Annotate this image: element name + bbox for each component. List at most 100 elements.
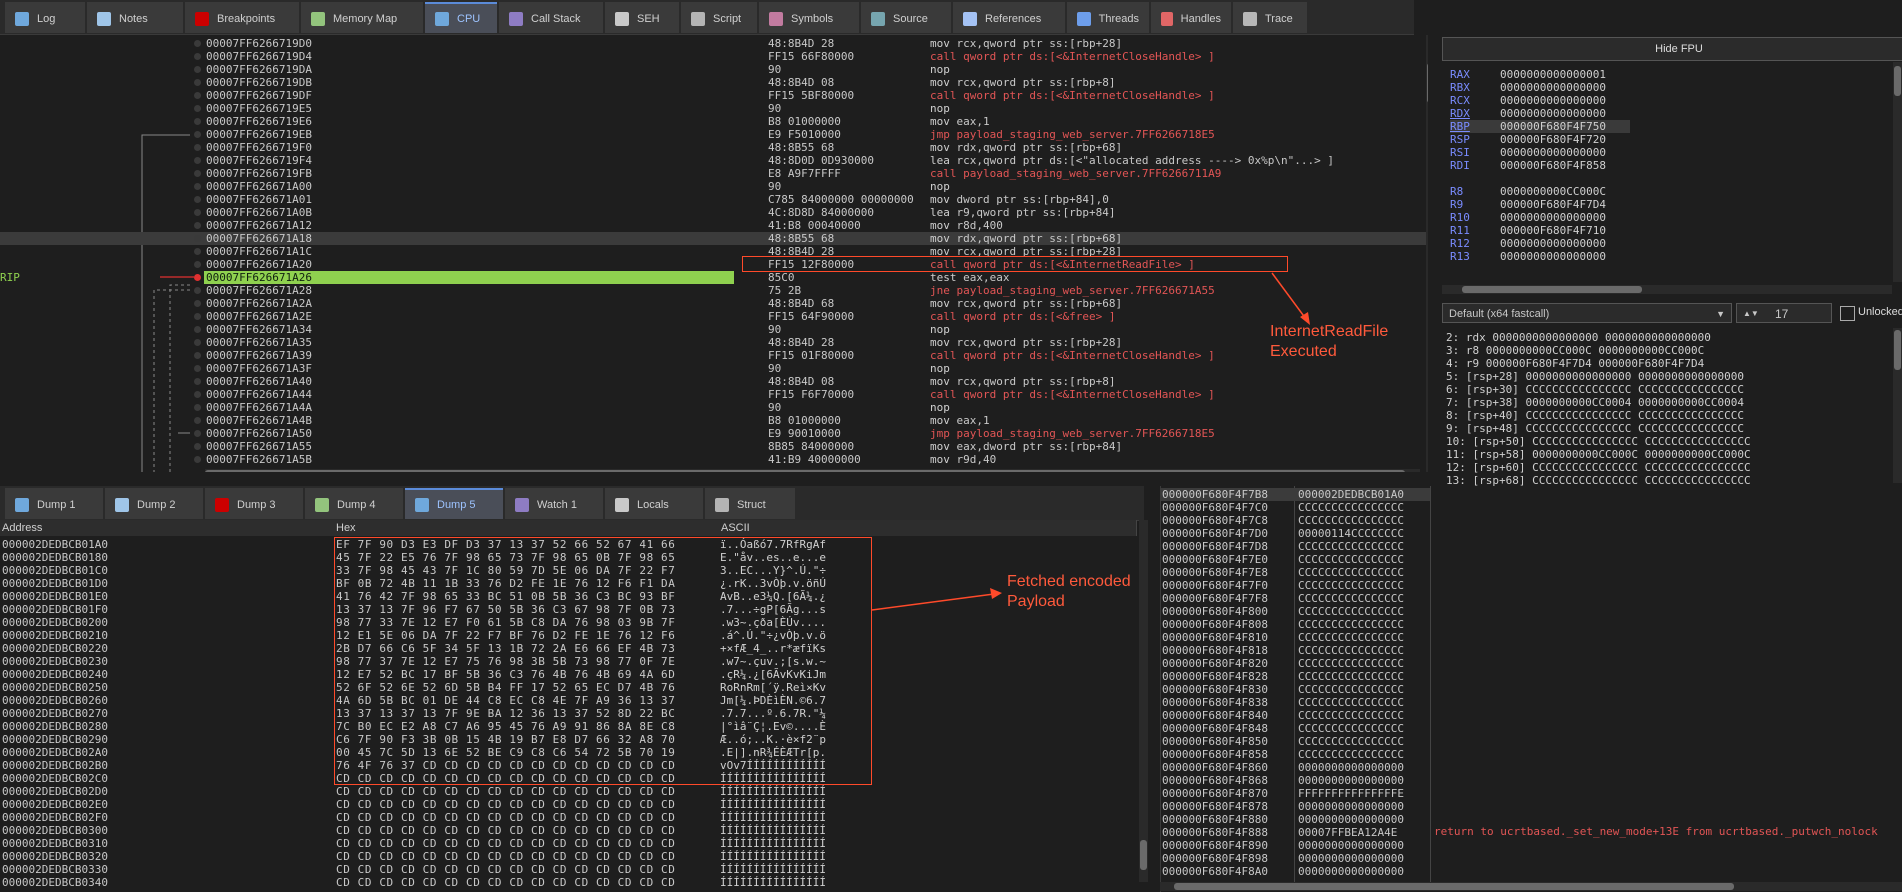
breakpoint-dot-icon[interactable] xyxy=(194,326,201,333)
breakpoint-dot-icon[interactable] xyxy=(194,131,201,138)
dump-tab-dump-2[interactable]: Dump 2 xyxy=(105,488,203,519)
stack-row[interactable]: 000000F680F4F7D8 CCCCCCCCCCCCCCCC xyxy=(1160,540,1430,553)
stack-row[interactable]: 000000F680F4F888 00007FFBEA12A4E xyxy=(1160,826,1430,839)
top-tab-symbols[interactable]: Symbols xyxy=(759,2,859,33)
hide-fpu-button[interactable]: Hide FPU xyxy=(1442,37,1902,61)
dump-tab-dump-5[interactable]: Dump 5 xyxy=(405,488,503,519)
register-row[interactable]: RBX 0000000000000000 xyxy=(1450,81,1606,94)
breakpoint-dot-icon[interactable] xyxy=(194,287,201,294)
top-tab-log[interactable]: Log xyxy=(5,2,85,33)
disasm-row[interactable]: 00007FF626671A50 E9 90010000 jmp payload_s… xyxy=(0,427,1428,440)
breakpoint-dot-icon[interactable] xyxy=(194,443,201,450)
stack-row[interactable]: 000000F680F4F7F8 CCCCCCCCCCCCCCCC xyxy=(1160,592,1430,605)
registers-hscrollbar[interactable] xyxy=(1442,285,1892,294)
top-tab-references[interactable]: References xyxy=(953,2,1065,33)
register-row[interactable]: RDX 0000000000000000 xyxy=(1450,107,1606,120)
dump-tab-dump-4[interactable]: Dump 4 xyxy=(305,488,403,519)
register-row[interactable]: R8 0000000000CC000C xyxy=(1450,185,1606,198)
breakpoint-dot-icon[interactable] xyxy=(194,144,201,151)
dump-tab-locals[interactable]: Locals xyxy=(605,488,703,519)
register-row[interactable]: RSP 000000F680F4F720 xyxy=(1450,133,1606,146)
breakpoint-dot-icon[interactable] xyxy=(194,352,201,359)
stack-row[interactable]: 000000F680F4F890 0000000000000000 xyxy=(1160,839,1430,852)
register-row[interactable]: R10 0000000000000000 xyxy=(1450,211,1606,224)
register-row[interactable]: RDI 000000F680F4F858 xyxy=(1450,159,1606,172)
disasm-row[interactable]: 00007FF626671A18 48:8B55 68 mov rdx,qword … xyxy=(0,232,1428,245)
top-tab-seh[interactable]: SEH xyxy=(605,2,679,33)
stack-row[interactable]: 000000F680F4F868 0000000000000000 xyxy=(1160,774,1430,787)
stack-row[interactable]: 000000F680F4F850 CCCCCCCCCCCCCCCC xyxy=(1160,735,1430,748)
disassembly-view[interactable]: RIP 00007FF6266719D0 48:8B4D 28 mov rcx,qw… xyxy=(0,35,1428,472)
breakpoint-dot-icon[interactable] xyxy=(194,183,201,190)
breakpoint-dot-icon[interactable] xyxy=(194,417,201,424)
breakpoint-dot-icon[interactable] xyxy=(194,209,201,216)
breakpoint-dot-icon[interactable] xyxy=(194,170,201,177)
disasm-row[interactable]: 00007FF626671A01 C785 84000000 00000000 mo… xyxy=(0,193,1428,206)
stack-row[interactable]: 000000F680F4F818 CCCCCCCCCCCCCCCC xyxy=(1160,644,1430,657)
stack-row[interactable]: 000000F680F4F7E8 CCCCCCCCCCCCCCCC xyxy=(1160,566,1430,579)
disasm-row[interactable]: 00007FF626671A5B 41:B9 40000000 mov r9d,40 xyxy=(0,453,1428,466)
stack-row[interactable]: 000000F680F4F848 CCCCCCCCCCCCCCCC xyxy=(1160,722,1430,735)
top-tab-memory-map[interactable]: Memory Map xyxy=(301,2,423,33)
register-row[interactable]: RAX 0000000000000001 xyxy=(1450,68,1606,81)
disasm-row[interactable]: 00007FF626671A2A 48:8B4D 68 mov rcx,qword … xyxy=(0,297,1428,310)
stack-row[interactable]: 000000F680F4F810 CCCCCCCCCCCCCCCC xyxy=(1160,631,1430,644)
dump-tab-struct[interactable]: Struct xyxy=(705,488,795,519)
breakpoint-dot-icon[interactable] xyxy=(194,222,201,229)
disasm-row[interactable]: 00007FF6266719FB E8 A9F7FFFF call payload_… xyxy=(0,167,1428,180)
disasm-row[interactable]: 00007FF626671A0B 4C:8D8D 84000000 lea r9,q… xyxy=(0,206,1428,219)
dump-tab-watch-1[interactable]: Watch 1 xyxy=(505,488,603,519)
top-tab-breakpoints[interactable]: Breakpoints xyxy=(185,2,299,33)
breakpoint-dot-icon[interactable] xyxy=(194,456,201,463)
stack-row[interactable]: 000000F680F4F840 CCCCCCCCCCCCCCCC xyxy=(1160,709,1430,722)
disasm-row[interactable]: 00007FF6266719F0 48:8B55 68 mov rdx,qword … xyxy=(0,141,1428,154)
disasm-row[interactable]: 00007FF6266719DA 90 nop xyxy=(0,63,1428,76)
register-row[interactable]: RCX 0000000000000000 xyxy=(1450,94,1606,107)
register-row[interactable]: R11 000000F680F4F710 xyxy=(1450,224,1606,237)
stack-row[interactable]: 000000F680F4F7B8 000002DEDBCB01A0 xyxy=(1160,488,1430,501)
breakpoint-dot-icon[interactable] xyxy=(194,66,201,73)
breakpoint-dot-icon[interactable] xyxy=(194,79,201,86)
stack-row[interactable]: 000000F680F4F8A0 0000000000000000 xyxy=(1160,865,1430,878)
disasm-row[interactable]: 00007FF626671A4B B8 01000000 mov eax,1 xyxy=(0,414,1428,427)
breakpoint-dot-icon[interactable] xyxy=(194,365,201,372)
stack-hscrollbar[interactable] xyxy=(1160,882,1902,891)
stack-row[interactable]: 000000F680F4F820 CCCCCCCCCCCCCCCC xyxy=(1160,657,1430,670)
breakpoint-dot-icon[interactable] xyxy=(194,313,201,320)
breakpoint-dot-icon[interactable] xyxy=(194,40,201,47)
disasm-row[interactable]: 00007FF626671A26 85C0 test eax,eax xyxy=(0,271,1428,284)
top-tab-handles[interactable]: Handles xyxy=(1151,2,1231,33)
breakpoint-dot-icon[interactable] xyxy=(194,157,201,164)
stack-row[interactable]: 000000F680F4F7E0 CCCCCCCCCCCCCCCC xyxy=(1160,553,1430,566)
top-tab-script[interactable]: Script xyxy=(681,2,757,33)
stack-row[interactable]: 000000F680F4F800 CCCCCCCCCCCCCCCC xyxy=(1160,605,1430,618)
disasm-scrollbar[interactable] xyxy=(1426,35,1428,472)
top-tab-notes[interactable]: Notes xyxy=(87,2,183,33)
disasm-row[interactable]: 00007FF626671A39 FF15 01F80000 call qword … xyxy=(0,349,1428,362)
register-row[interactable]: RBP 000000F680F4F750 xyxy=(1450,120,1630,133)
breakpoint-dot-icon[interactable] xyxy=(194,235,201,242)
stack-row[interactable]: 000000F680F4F808 CCCCCCCCCCCCCCCC xyxy=(1160,618,1430,631)
register-row[interactable]: R9 000000F680F4F7D4 xyxy=(1450,198,1606,211)
registers-scrollbar[interactable] xyxy=(1893,62,1902,282)
arg-count-spinner[interactable]: ▲▼ 17 xyxy=(1736,303,1832,323)
breakpoint-dot-icon[interactable] xyxy=(194,53,201,60)
register-row[interactable]: R12 0000000000000000 xyxy=(1450,237,1606,250)
disasm-row[interactable]: 00007FF6266719DB 48:8B4D 08 mov rcx,qword … xyxy=(0,76,1428,89)
top-tab-threads[interactable]: Threads xyxy=(1067,2,1149,33)
breakpoint-dot-icon[interactable] xyxy=(194,92,201,99)
disasm-row[interactable]: 00007FF626671A55 8B85 84000000 mov eax,dwo… xyxy=(0,440,1428,453)
top-tab-cpu[interactable]: CPU xyxy=(425,2,497,33)
disasm-row[interactable]: 00007FF626671A34 90 nop xyxy=(0,323,1428,336)
disasm-row[interactable]: 00007FF626671A35 48:8B4D 28 mov rcx,qword … xyxy=(0,336,1428,349)
disasm-row[interactable]: 00007FF626671A44 FF15 F6F70000 call qword … xyxy=(0,388,1428,401)
disasm-row[interactable]: 00007FF626671A12 41:B8 00040000 mov r8d,40… xyxy=(0,219,1428,232)
disasm-row[interactable]: 00007FF6266719EB E9 F5010000 jmp payload_s… xyxy=(0,128,1428,141)
dump-tab-dump-1[interactable]: Dump 1 xyxy=(5,488,103,519)
stack-row[interactable]: 000000F680F4F898 0000000000000000 xyxy=(1160,852,1430,865)
stack-row[interactable]: 000000F680F4F860 0000000000000000 xyxy=(1160,761,1430,774)
stack-row[interactable]: 000000F680F4F7C8 CCCCCCCCCCCCCCCC xyxy=(1160,514,1430,527)
breakpoint-dot-icon[interactable] xyxy=(194,274,201,281)
disasm-row[interactable]: 00007FF6266719E6 B8 01000000 mov eax,1 xyxy=(0,115,1428,128)
breakpoint-dot-icon[interactable] xyxy=(194,196,201,203)
